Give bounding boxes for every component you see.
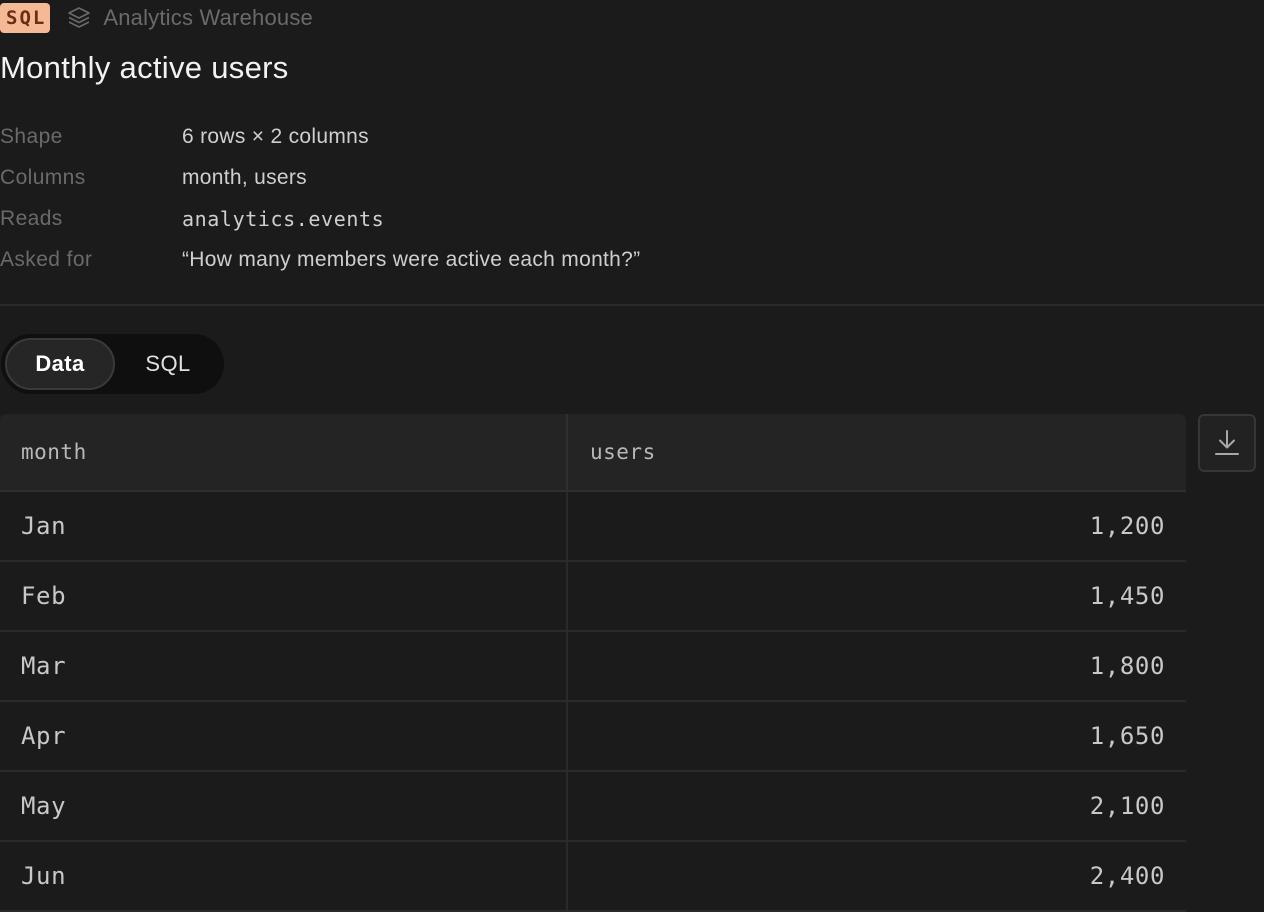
column-header-users[interactable]: users [566, 414, 1186, 492]
meta-row-columns: Columns month, users [0, 157, 900, 198]
cell-month: Feb [0, 561, 567, 632]
table-row: Apr 1,650 [0, 701, 1186, 772]
meta-label: Reads [0, 206, 63, 230]
cell-users: 1,650 [566, 701, 1186, 772]
meta-value: 6 rows × 2 columns [182, 124, 369, 148]
cell-users: 2,400 [566, 841, 1186, 912]
download-button[interactable] [1198, 414, 1256, 472]
cell-month: Jan [0, 491, 567, 562]
layers-icon [66, 5, 92, 31]
results-table: month users Jan 1,200 Feb 1,450 Mar 1,80… [0, 414, 1186, 912]
cell-month: Mar [0, 631, 567, 702]
table-row: Jan 1,200 [0, 491, 1186, 562]
table-row: Mar 1,800 [0, 631, 1186, 702]
meta-row-shape: Shape 6 rows × 2 columns [0, 116, 900, 157]
table-row: May 2,100 [0, 771, 1186, 842]
cell-users: 1,450 [566, 561, 1186, 632]
divider [0, 304, 1264, 306]
source-name: Analytics Warehouse [103, 5, 313, 30]
meta-value: analytics.events [182, 206, 385, 231]
metadata-list: Shape 6 rows × 2 columns Columns month, … [0, 116, 900, 280]
download-icon [1215, 430, 1239, 455]
meta-label: Shape [0, 124, 63, 148]
table-header-row: month users [0, 414, 1186, 492]
cell-month: Jun [0, 841, 567, 912]
result-panel: SQL Analytics Warehouse Monthly active u… [0, 0, 1264, 912]
cell-users: 2,100 [566, 771, 1186, 842]
page-title: Monthly active users [0, 50, 289, 85]
column-header-month[interactable]: month [0, 414, 567, 492]
tab-sql[interactable]: SQL [119, 338, 217, 390]
cell-month: May [0, 771, 567, 842]
cell-month: Apr [0, 701, 567, 772]
sql-badge: SQL [0, 3, 51, 33]
table-row: Feb 1,450 [0, 561, 1186, 632]
meta-label: Asked for [0, 247, 93, 271]
meta-row-asked: Asked for “How many members were active … [0, 239, 900, 280]
meta-value: month, users [182, 165, 307, 189]
cell-users: 1,200 [566, 491, 1186, 562]
tab-data[interactable]: Data [5, 338, 115, 390]
meta-label: Columns [0, 165, 86, 189]
meta-value: “How many members were active each month… [182, 247, 641, 271]
view-toggle: Data SQL [1, 334, 224, 394]
source-row: SQL Analytics Warehouse [0, 2, 313, 34]
table-row: Jun 2,400 [0, 841, 1186, 912]
meta-row-reads: Reads analytics.events [0, 198, 900, 239]
cell-users: 1,800 [566, 631, 1186, 702]
